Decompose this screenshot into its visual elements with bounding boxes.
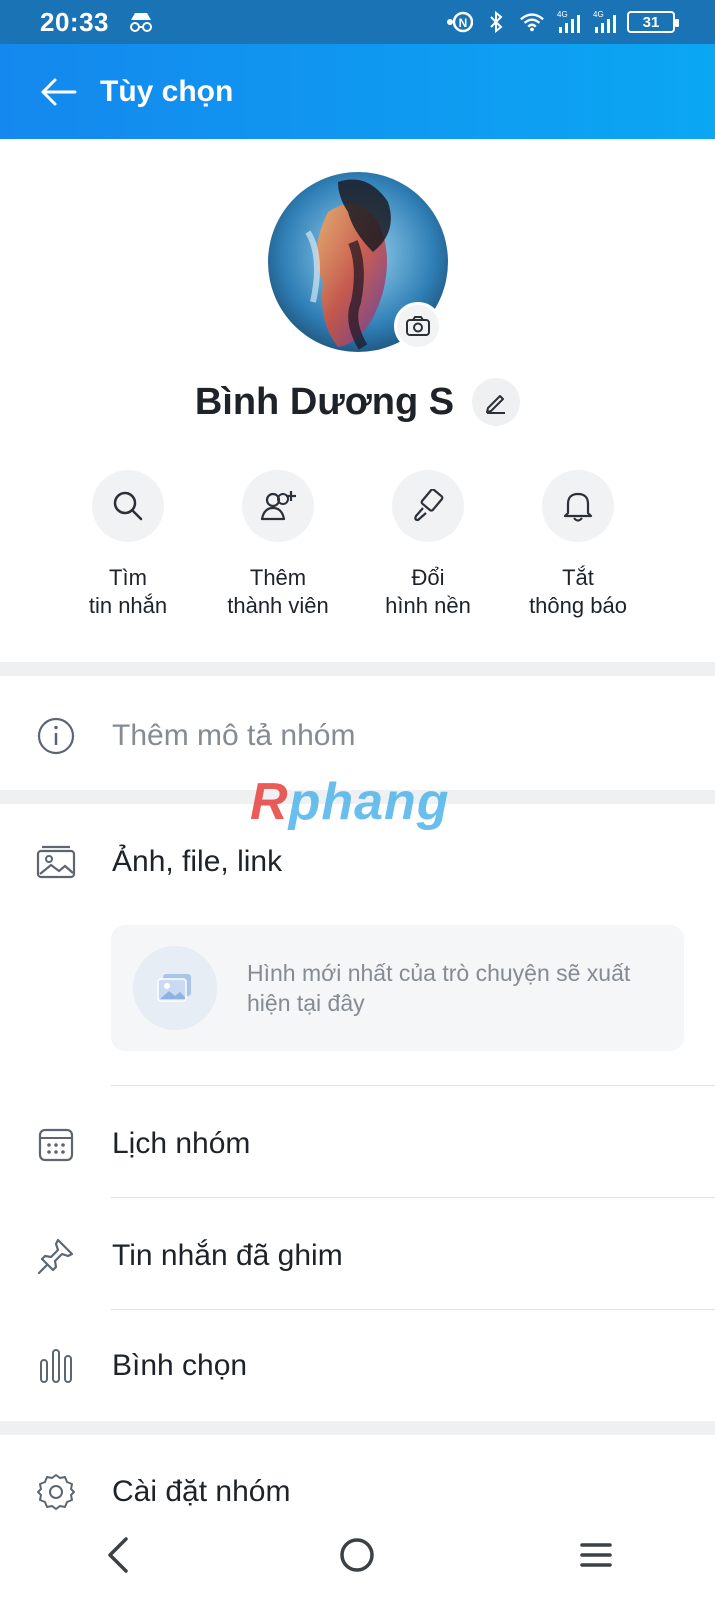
nav-home-button[interactable] [327, 1525, 387, 1585]
action-label: Tắt thông báo [529, 565, 627, 618]
nav-back-button[interactable] [89, 1525, 149, 1585]
group-name-row: Bình Dương S [0, 378, 715, 426]
edit-name-button[interactable] [472, 378, 521, 426]
media-files-links-row[interactable]: Ảnh, file, link [0, 826, 715, 898]
svg-text:4G: 4G [593, 10, 604, 19]
section-divider [0, 662, 715, 676]
battery-icon: 31 [627, 11, 679, 33]
add-member-icon [242, 470, 314, 542]
media-files-links-label: Ảnh, file, link [112, 845, 283, 878]
group-avatar-container [268, 172, 448, 352]
image-placeholder-icon [133, 946, 217, 1030]
arrow-left-icon [41, 78, 77, 105]
incognito-icon [127, 10, 155, 34]
change-avatar-button[interactable] [394, 302, 442, 350]
bluetooth-icon [483, 10, 509, 34]
action-search-messages[interactable]: Tìm tin nhắn [53, 470, 203, 620]
paint-brush-icon [392, 470, 464, 542]
status-icons: N 4G 4G 31 [447, 10, 679, 34]
calendar-icon [28, 1116, 84, 1172]
pinned-messages-row[interactable]: Tin nhắn đã ghim [0, 1220, 715, 1292]
status-time: 20:33 [40, 6, 109, 37]
media-empty-text: Hình mới nhất của trò chuyện sẽ xuất hiệ… [247, 960, 631, 1016]
group-name: Bình Dương S [194, 380, 455, 423]
status-bar: 20:33 N 4G 4G 31 [0, 0, 715, 44]
polls-row[interactable]: Bình chọn [0, 1330, 715, 1402]
pin-icon [28, 1228, 84, 1284]
bell-icon [542, 470, 614, 542]
group-calendar-label: Lịch nhóm [112, 1127, 251, 1160]
group-calendar-row[interactable]: Lịch nhóm [0, 1108, 715, 1180]
action-mute-notifications[interactable]: Tắt thông báo [503, 470, 653, 620]
system-navigation-bar [0, 1510, 715, 1600]
polls-label: Bình chọn [112, 1349, 248, 1382]
info-icon [28, 708, 84, 764]
signal-4g-icon: 4G [591, 10, 617, 34]
row-divider [111, 1309, 715, 1310]
section-divider [0, 1421, 715, 1435]
nfc-icon: N [447, 10, 473, 34]
svg-text:4G: 4G [557, 10, 568, 19]
home-circle-icon [340, 1538, 375, 1572]
watermark-logo: Rphang [250, 773, 450, 831]
signal-4g-icon: 4G [555, 10, 581, 34]
back-button[interactable] [24, 62, 94, 122]
chevron-left-icon [108, 1537, 128, 1573]
camera-icon [406, 316, 430, 336]
menu-icon [580, 1543, 612, 1567]
action-change-background[interactable]: Đổi hình nền [353, 470, 503, 620]
quick-actions: Tìm tin nhắn Thêm thành viên Đổi hình nề… [0, 470, 715, 650]
row-divider [111, 1085, 715, 1086]
page-title: Tùy chọn [100, 74, 234, 108]
group-settings-label: Cài đặt nhóm [112, 1475, 291, 1508]
action-label: Đổi hình nền [385, 565, 471, 618]
pencil-icon [486, 395, 506, 414]
add-group-description-label: Thêm mô tả nhóm [112, 719, 356, 752]
pinned-messages-label: Tin nhắn đã ghim [112, 1239, 343, 1272]
search-icon [92, 470, 164, 542]
battery-level: 31 [642, 13, 660, 31]
poll-icon [28, 1338, 84, 1394]
action-label: Thêm thành viên [227, 565, 329, 618]
media-empty-state: Hình mới nhất của trò chuyện sẽ xuất hiệ… [111, 925, 684, 1051]
nav-menu-button[interactable] [566, 1525, 626, 1585]
action-label: Tìm tin nhắn [88, 565, 168, 618]
wifi-icon [519, 10, 545, 34]
svg-text:N: N [459, 16, 468, 30]
gallery-icon [28, 834, 84, 890]
header-bar: Tùy chọn [0, 44, 715, 139]
add-group-description-row[interactable]: Thêm mô tả nhóm [0, 700, 715, 772]
row-divider [111, 1197, 715, 1198]
action-add-member[interactable]: Thêm thành viên [203, 470, 353, 620]
